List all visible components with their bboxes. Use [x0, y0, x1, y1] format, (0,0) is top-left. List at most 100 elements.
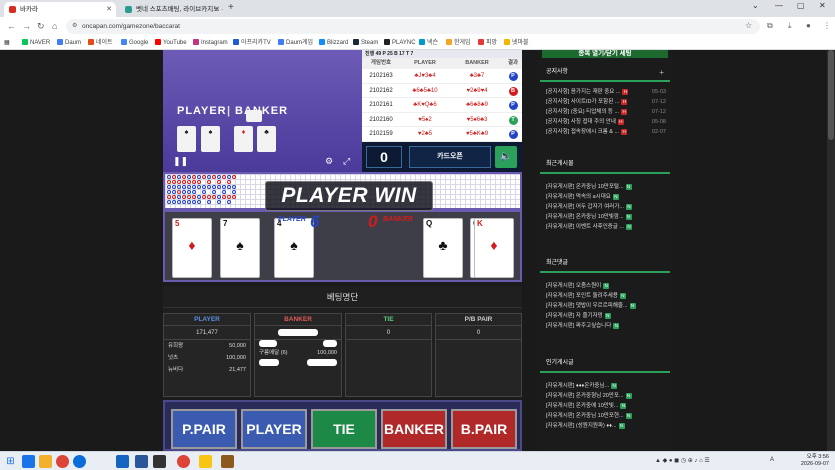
bookmark-youtube[interactable]: YouTube: [155, 38, 187, 49]
bookmark-daum[interactable]: Daum: [57, 38, 81, 49]
profile-icon[interactable]: ●: [806, 21, 811, 30]
bookmark-instagram[interactable]: Instagram: [193, 38, 228, 49]
redacted-value: [307, 359, 337, 366]
tab-betne[interactable]: 벳네 스포츠배팅, 라이브카지노 · ✕: [120, 2, 224, 17]
p-pair-bet-button[interactable]: P.PAIR: [171, 409, 237, 449]
edge-icon[interactable]: [73, 455, 86, 468]
home-icon[interactable]: ⌂: [52, 21, 57, 31]
card-open-button[interactable]: 카드오픈: [409, 146, 491, 168]
page-scrollbar[interactable]: [827, 50, 835, 451]
notice-item[interactable]: [공지사항] 사칭 접대 주의 안내 H 05-08: [540, 117, 670, 127]
recent-post-item[interactable]: [자유게시판] 어두 갑자기 여러가... N: [540, 202, 670, 212]
youtube-icon: [155, 39, 161, 45]
notice-item[interactable]: [공지사항] 음가지는 재판 중요 ... H 05-03: [540, 87, 670, 97]
close-window-icon[interactable]: ✕: [819, 1, 826, 10]
fullscreen-icon[interactable]: ⤢: [343, 156, 350, 167]
new-tab-button[interactable]: +: [228, 2, 234, 13]
settings-gear-icon[interactable]: ⚙: [325, 156, 333, 167]
tab-favicon-icon: [125, 6, 132, 13]
bookmark-afreecatv[interactable]: 아프리카TV: [233, 38, 271, 49]
bookmark-pmang[interactable]: 피망: [478, 38, 497, 49]
bookmark-naver[interactable]: NAVER: [22, 38, 50, 49]
popular-post-item[interactable]: [자유게시판] 온카중님 10만포현... N: [540, 411, 670, 421]
ime-indicator[interactable]: A: [770, 457, 774, 463]
file-explorer-icon[interactable]: [39, 455, 52, 468]
taskbar-app-icon[interactable]: [221, 455, 234, 468]
recent-comment-item[interactable]: [자유게시판] 오줌스원이 N: [540, 281, 670, 291]
bookmark-blizzard[interactable]: Blizzard: [319, 38, 348, 49]
recent-comments-section: 최근댓글 [자유게시판] 오줌스원이 N [자유게시판] 포인트 돌려주세용 N [자유…: [540, 254, 670, 331]
recent-post-item[interactable]: [자유게시판] 이벤트 사후인증글 ... N: [540, 222, 670, 232]
new-badge: N: [625, 392, 632, 399]
bookmark-netmarble[interactable]: 넷마블: [504, 38, 529, 49]
bookmark-daum-game[interactable]: Daum게임: [278, 38, 313, 49]
bookmark-hangame[interactable]: 한게임: [446, 38, 471, 49]
word-icon[interactable]: [135, 455, 148, 468]
hangame-icon: [446, 39, 452, 45]
notice-item[interactable]: [공지사항] 접속장애시 크롬 & ... H 02-07: [540, 127, 670, 137]
task-view-icon[interactable]: [22, 455, 35, 468]
system-clock[interactable]: 오후 3:56 2026-09-07: [801, 454, 829, 468]
bookmark-nexon[interactable]: 넥슨: [419, 38, 438, 49]
popular-post-item[interactable]: [자유게시판] (성원지원파) ♦♦... N: [540, 421, 670, 431]
bookmark-plaync[interactable]: PLAYNC: [384, 38, 416, 49]
road-marker: [212, 190, 216, 194]
popular-post-item[interactable]: [자유게시판] ♦♦♦온카중님... N: [540, 381, 670, 391]
minimize-icon[interactable]: —: [775, 1, 783, 10]
chrome-icon[interactable]: [56, 455, 69, 468]
recent-comment-item[interactable]: [자유게시판] 댓밥이 우르르피해줄... N: [540, 301, 670, 311]
tie-bet-button[interactable]: TIE: [311, 409, 377, 449]
taskbar-app-icon[interactable]: [153, 455, 166, 468]
bookmark-star-icon[interactable]: ☆: [745, 21, 752, 30]
more-plus-icon[interactable]: +: [659, 63, 664, 82]
notice-item[interactable]: [공지사항] (중요) 티업체의 등 ... H 07-12: [540, 107, 670, 117]
reload-icon[interactable]: ↻: [37, 21, 45, 32]
road-marker: [217, 200, 221, 204]
recent-post-item[interactable]: [자유게시판] 온카중님 10만포털... N: [540, 182, 670, 192]
bookmark-steam[interactable]: Steam: [353, 38, 378, 49]
new-badge: N: [625, 412, 632, 419]
apps-grid-icon[interactable]: ▦: [4, 38, 10, 49]
extensions-icon[interactable]: ⧉: [767, 21, 773, 31]
back-icon[interactable]: ←: [7, 21, 16, 31]
result-banner: PLAYER WIN: [265, 181, 433, 211]
taskbar-app-icon[interactable]: [116, 455, 129, 468]
close-tab-icon[interactable]: ✕: [214, 2, 220, 17]
popular-post-item[interactable]: [자유게시판] 온카중형님 20만포... N: [540, 391, 670, 401]
notice-item[interactable]: [공지사항] 사이트ID가 포함된 ... H 07-12: [540, 97, 670, 107]
maximize-icon[interactable]: ▢: [797, 1, 805, 10]
recent-post-item[interactable]: [자유게시판] 먹속의 a시대요 N: [540, 192, 670, 202]
chrome-active-icon[interactable]: [177, 455, 190, 468]
sound-icon[interactable]: 🔈: [495, 146, 517, 168]
bookmark-nate[interactable]: 네이트: [88, 38, 113, 49]
sidebar-top-button[interactable]: 종목 열기/닫기 세팅: [542, 50, 668, 58]
road-marker: [207, 195, 211, 199]
tab-baccarat[interactable]: 바카라 ✕: [4, 2, 116, 17]
player-bet-button[interactable]: PLAYER: [241, 409, 307, 449]
road-marker: [227, 195, 231, 199]
live-table-video[interactable]: PLAYER | BANKER ♠ ♦ ♣ ♠ ❚❚ ⚙ ⤢: [163, 50, 362, 172]
pause-icon[interactable]: ❚❚: [173, 156, 188, 167]
tab-search-icon[interactable]: ⌄: [752, 1, 759, 10]
downloads-icon[interactable]: ⤓: [788, 21, 792, 31]
recent-post-item[interactable]: [자유게시판] 온카중님 10만빛깜... N: [540, 212, 670, 222]
tray-icons[interactable]: ▲ ◆ ● ◼ ◷ ⊕ ♪ ⌂ ☰: [655, 457, 710, 464]
popular-post-item[interactable]: [자유게시판] 온카중에 10만빛... N: [540, 401, 670, 411]
bet-row: 구름에달 (6) 100,000: [259, 350, 337, 356]
forward-icon[interactable]: →: [22, 21, 31, 31]
b-pair-bet-button[interactable]: B.PAIR: [451, 409, 517, 449]
road-marker: [177, 185, 181, 189]
kakaotalk-icon[interactable]: [199, 455, 212, 468]
recent-comment-item[interactable]: [자유게시판] 짜주고싶습니다 N: [540, 321, 670, 331]
scrollbar-thumb[interactable]: [828, 50, 834, 140]
column-header: P/B PAIR: [436, 314, 521, 326]
url-input[interactable]: ⚙ oncapan.com/gamezone/baccarat: [66, 19, 760, 34]
banker-bet-button[interactable]: BANKER: [381, 409, 447, 449]
recent-comment-item[interactable]: [자유게시판] 자 즐기자멍 N: [540, 311, 670, 321]
bookmark-google[interactable]: Google: [121, 38, 148, 49]
recent-comment-item[interactable]: [자유게시판] 포인트 돌려주세용 N: [540, 291, 670, 301]
menu-icon[interactable]: ⋮: [823, 21, 831, 30]
site-info-icon[interactable]: ⚙: [72, 19, 77, 34]
close-tab-icon[interactable]: ✕: [106, 2, 112, 17]
windows-start-icon[interactable]: ⊞: [4, 455, 17, 468]
